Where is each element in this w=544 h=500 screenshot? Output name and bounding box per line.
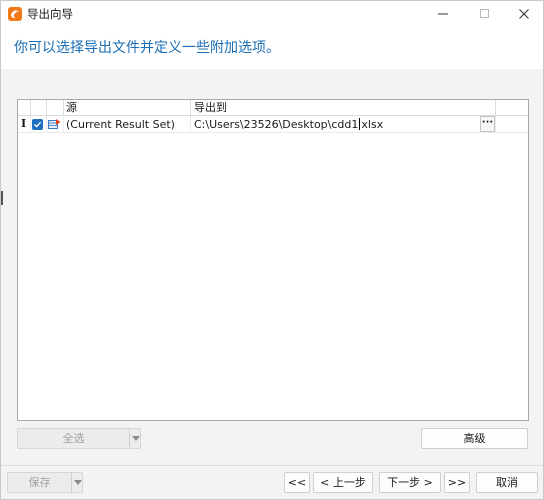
save-label: 保存 [28,476,51,489]
next-step-button[interactable]: 下一步 > [379,472,441,493]
checkmark-icon [34,121,42,128]
wizard-footer: 保存 << < 上一步 下一步 > >> 取消 [1,465,543,499]
maximize-button[interactable] [465,1,505,27]
column-separator [30,100,31,116]
save-dropdown[interactable] [71,473,83,492]
cell-separator [63,116,64,133]
cell-separator [30,116,31,133]
grid-header: 源 导出到 [18,100,528,116]
column-separator [46,100,47,116]
wizard-content: 源 导出到 I (Current Result Set) C:\Users\23… [1,69,543,465]
export-wizard-window: 导出向导 你可以选择导出文件并定义一些附加选项。 源 导出到 I (Curren… [0,0,544,500]
destination-extension: xlsx [361,118,384,131]
cell-separator [190,116,191,133]
destination-cell[interactable]: C:\Users\23526\Desktop\cdd1 xlsx [194,117,383,132]
cancel-button[interactable]: 取消 [476,472,538,493]
column-separator [495,100,496,116]
previous-step-button[interactable]: < 上一步 [313,472,373,493]
export-grid: 源 导出到 I (Current Result Set) C:\Users\23… [17,99,529,421]
window-title: 导出向导 [27,7,73,21]
chevron-down-icon [73,480,82,485]
select-all-button[interactable]: 全选 [17,428,141,449]
column-separator [63,100,64,116]
minimize-button[interactable] [423,1,463,27]
row-checkbox[interactable] [32,119,43,130]
column-separator[interactable] [190,100,191,116]
table-row[interactable]: I (Current Result Set) C:\Users\23526\De… [18,116,528,133]
resize-edge [1,191,3,205]
title-bar: 导出向导 [1,1,543,27]
close-button[interactable] [504,1,543,27]
save-button[interactable]: 保存 [7,472,83,493]
destination-path: C:\Users\23526\Desktop\cdd1 [194,118,359,131]
first-step-button[interactable]: << [284,472,310,493]
column-header-source[interactable]: 源 [66,101,77,115]
result-set-icon [48,119,61,129]
browse-button[interactable]: ··· [480,116,495,132]
wizard-header: 你可以选择导出文件并定义一些附加选项。 [1,27,543,69]
row-indicator: I [21,117,27,130]
close-icon [519,9,529,19]
maximize-icon [480,9,489,18]
minimize-icon [438,13,448,15]
app-logo-icon [8,7,22,21]
last-step-button[interactable]: >> [444,472,470,493]
cell-separator [46,116,47,133]
chevron-down-icon [131,436,140,441]
column-header-destination[interactable]: 导出到 [194,101,227,115]
page-heading: 你可以选择导出文件并定义一些附加选项。 [14,40,280,56]
source-cell[interactable]: (Current Result Set) [66,117,175,132]
cell-separator [495,116,496,133]
advanced-button[interactable]: 高级 [421,428,528,449]
select-all-label: 全选 [62,432,85,445]
select-all-dropdown[interactable] [129,429,141,448]
